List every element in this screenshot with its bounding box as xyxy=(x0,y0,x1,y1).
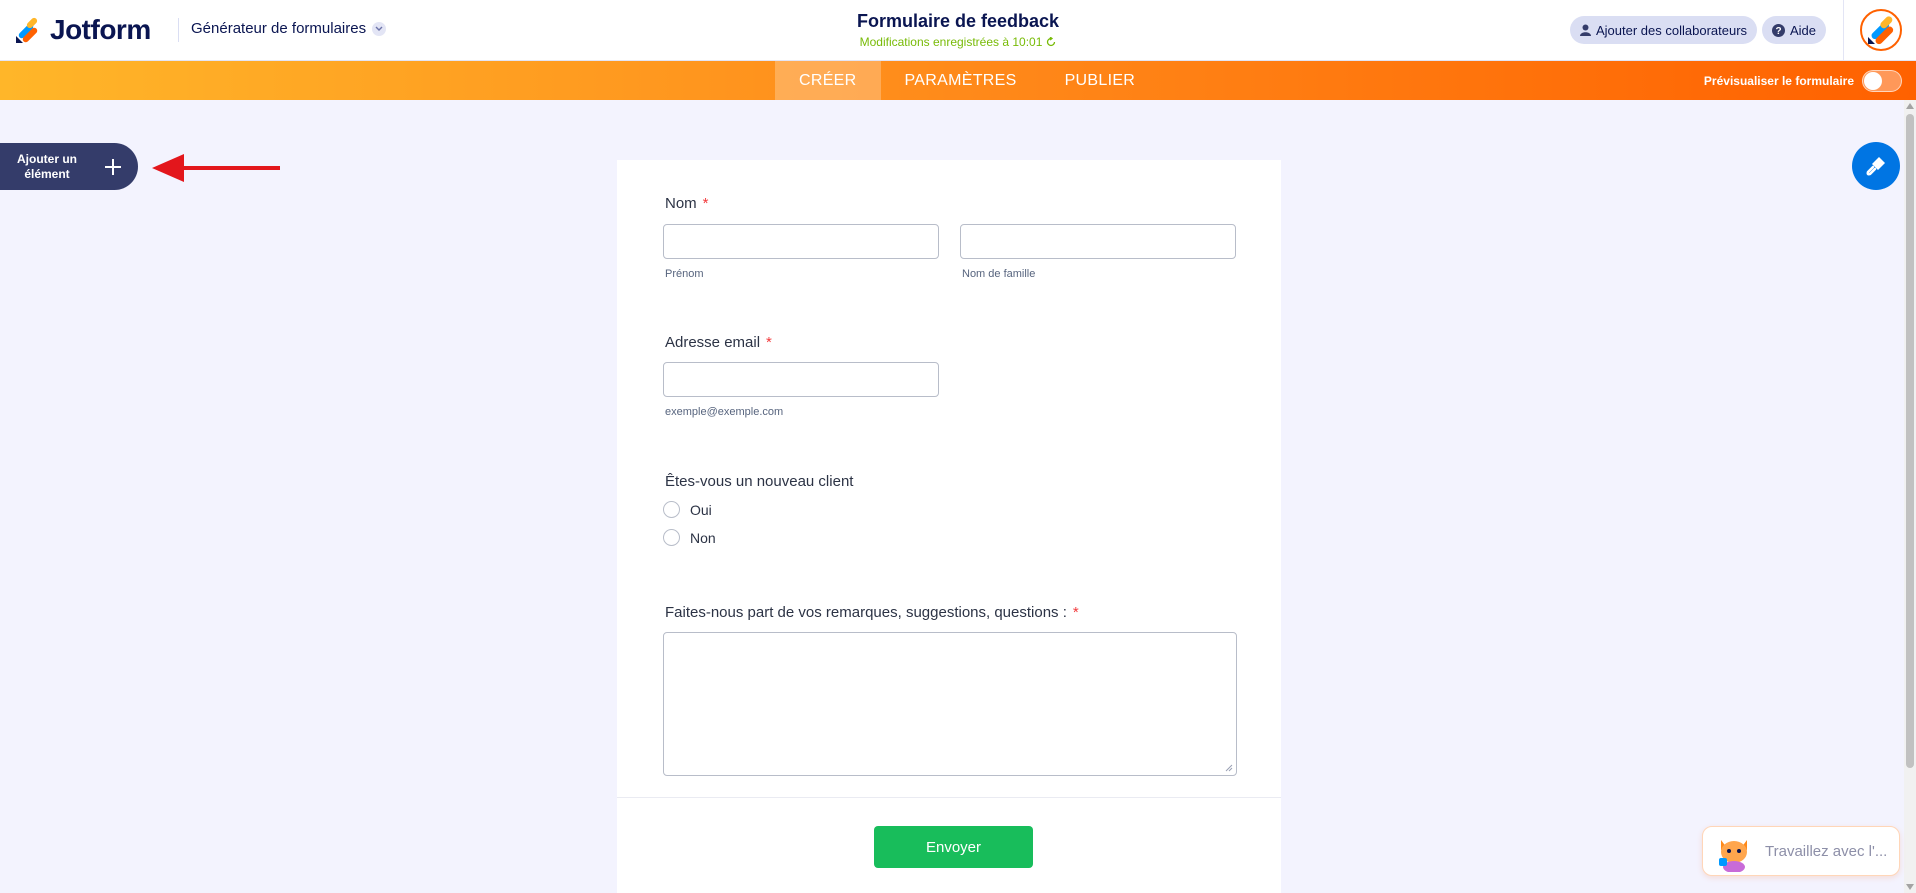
ai-agent-text: Travaillez avec l'... xyxy=(1765,842,1888,860)
radio-option-label: Oui xyxy=(690,501,712,518)
card-divider xyxy=(617,797,1281,798)
scrollbar-thumb[interactable] xyxy=(1906,114,1914,768)
ai-agent-avatar-icon xyxy=(1719,840,1747,872)
resize-handle-icon[interactable] xyxy=(1225,764,1233,772)
preview-toggle[interactable] xyxy=(1862,69,1902,92)
scroll-up-arrow-icon[interactable] xyxy=(1906,103,1914,109)
tab-settings[interactable]: PARAMÈTRES xyxy=(881,61,1041,100)
svg-text:?: ? xyxy=(1775,26,1781,37)
preview-toggle-area: Prévisualiser le formulaire xyxy=(1704,61,1902,100)
save-status-text: Modifications enregistrées à 10:01 xyxy=(859,35,1043,49)
add-element-label-line2: élément xyxy=(24,166,70,181)
top-header: Jotform Générateur de formulaires Formul… xyxy=(0,0,1916,61)
toggle-knob xyxy=(1864,71,1882,90)
comments-label-text: Faites-nous part de vos remarques, sugge… xyxy=(665,604,1067,621)
add-element-label-line1: Ajouter un xyxy=(17,151,77,166)
scroll-down-arrow-icon[interactable] xyxy=(1906,884,1914,890)
form-designer-button[interactable] xyxy=(1852,142,1900,190)
form-card: Nom * Prénom Nom de famille Adresse email… xyxy=(617,160,1281,893)
paint-roller-icon xyxy=(1866,157,1885,176)
first-name-input[interactable] xyxy=(663,224,939,259)
email-field-label[interactable]: Adresse email * xyxy=(665,334,772,351)
plus-icon xyxy=(105,158,121,175)
name-label-text: Nom xyxy=(665,195,697,212)
history-icon[interactable] xyxy=(1046,37,1056,47)
email-label-text: Adresse email xyxy=(665,334,761,351)
required-asterisk: * xyxy=(702,195,709,212)
comments-field-label[interactable]: Faites-nous part de vos remarques, sugge… xyxy=(665,604,1079,621)
last-name-input[interactable] xyxy=(960,224,1236,259)
add-collaborators-label: Ajouter des collaborateurs xyxy=(1596,22,1748,38)
help-button[interactable]: ? Aide xyxy=(1762,16,1827,44)
red-arrow-annotation xyxy=(152,154,280,182)
avatar[interactable] xyxy=(1860,9,1902,51)
preview-label: Prévisualiser le formulaire xyxy=(1703,73,1854,88)
builder-tabs: CRÉER PARAMÈTRES PUBLIER xyxy=(775,61,1159,100)
save-status: Modifications enregistrées à 10:01 xyxy=(860,35,1057,49)
scrollbar[interactable] xyxy=(1904,100,1916,893)
add-collaborators-button[interactable]: Ajouter des collaborateurs xyxy=(1570,16,1758,44)
user-icon xyxy=(1580,24,1591,36)
radio-option-label: Non xyxy=(690,529,716,546)
tab-create[interactable]: CRÉER xyxy=(775,61,881,100)
radio-button[interactable] xyxy=(663,529,680,546)
comments-textarea[interactable] xyxy=(663,632,1237,776)
radio-option-no[interactable]: Non xyxy=(663,529,716,546)
first-name-sublabel: Prénom xyxy=(665,268,704,280)
question-icon: ? xyxy=(1772,23,1785,37)
ai-agent-chip[interactable]: Travaillez avec l'... xyxy=(1702,826,1900,876)
builder-nav: CRÉER PARAMÈTRES PUBLIER Prévisualiser l… xyxy=(0,61,1916,100)
header-divider-right xyxy=(1843,0,1844,61)
radio-option-yes[interactable]: Oui xyxy=(663,501,712,518)
add-element-label: Ajouter un élément xyxy=(0,152,94,182)
email-sublabel: exemple@exemple.com xyxy=(665,406,784,418)
help-label: Aide xyxy=(1790,22,1817,38)
add-element-button[interactable]: Ajouter un élément xyxy=(0,143,138,190)
avatar-logo-icon xyxy=(1868,16,1894,45)
radio-button[interactable] xyxy=(663,501,680,518)
submit-button[interactable]: Envoyer xyxy=(874,826,1033,868)
last-name-sublabel: Nom de famille xyxy=(962,268,1036,280)
new-client-field-label[interactable]: Êtes-vous un nouveau client xyxy=(665,473,853,490)
tab-publish[interactable]: PUBLIER xyxy=(1041,61,1160,100)
required-asterisk: * xyxy=(1072,604,1079,621)
email-input[interactable] xyxy=(663,362,939,397)
required-asterisk: * xyxy=(766,334,772,351)
name-field-label[interactable]: Nom * xyxy=(665,195,709,212)
